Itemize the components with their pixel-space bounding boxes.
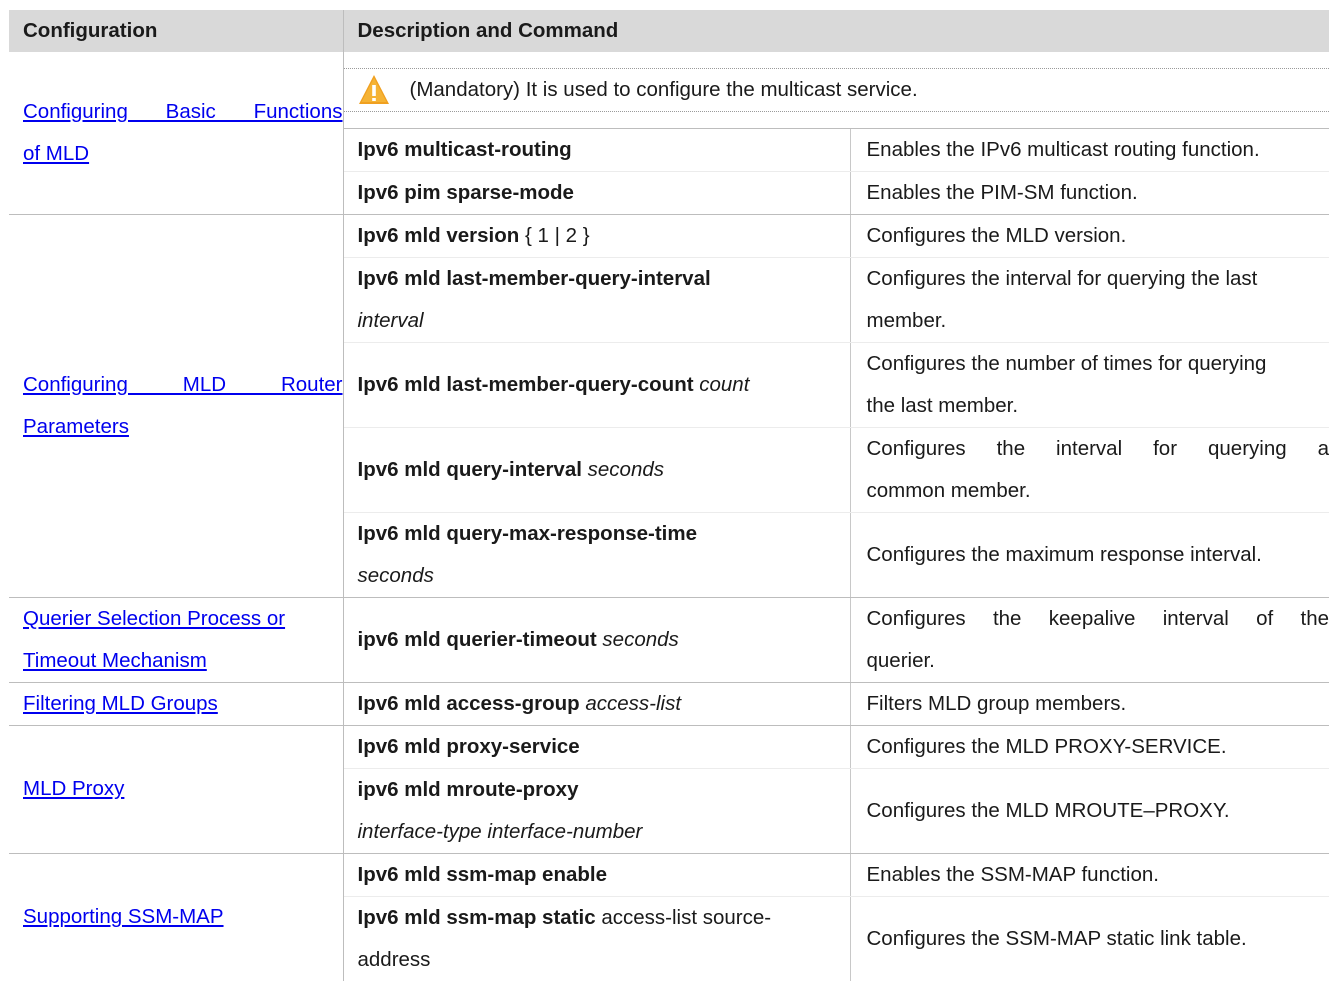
link-mld-proxy[interactable]: MLD Proxy xyxy=(23,777,124,800)
command-cell: Ipv6 multicast-routing xyxy=(343,128,851,172)
command-cell: Ipv6 mld last-member-query-interval inter… xyxy=(343,257,851,343)
description-cell: Configures the MLD PROXY-SERVICE. xyxy=(850,725,1329,769)
link-supporting-ssm-map[interactable]: Supporting SSM-MAP xyxy=(23,905,224,928)
note-cell: (Mandatory) It is used to configure the … xyxy=(343,52,1329,129)
command-cell: Ipv6 mld last-member-query-count count xyxy=(343,342,851,428)
config-cell: Querier Selection Process or Timeout Mech… xyxy=(9,597,344,683)
command-cell: Ipv6 mld version { 1 | 2 } xyxy=(343,214,851,258)
command-cell: Ipv6 mld proxy-service xyxy=(343,725,851,769)
link-configuring-mld-router-parameters[interactable]: Configuring MLD Router Parameters xyxy=(23,364,343,438)
table-row: Configuring MLD Router Parameters Ipv6 ml… xyxy=(9,214,1329,598)
config-cell: Configuring MLD Router Parameters xyxy=(9,214,344,598)
description-cell: Configures the interval for querying a co… xyxy=(850,427,1329,513)
description-cell: Configures the keepalive interval of the… xyxy=(850,597,1329,683)
note-text: (Mandatory) It is used to configure the … xyxy=(409,77,918,101)
description-cell: Filters MLD group members. xyxy=(850,682,1329,726)
table-row: MLD Proxy Ipv6 mld proxy-service Configu… xyxy=(9,725,1329,854)
table-row: Filtering MLD Groups Ipv6 mld access-gro… xyxy=(9,682,1329,726)
description-cell: Enables the SSM-MAP function. xyxy=(850,853,1329,897)
command-cell: Ipv6 mld query-interval seconds xyxy=(343,427,851,513)
link-querier-selection-process-or-timeout-mechanism[interactable]: Querier Selection Process or Timeout Mech… xyxy=(23,607,285,672)
command-cell: Ipv6 mld ssm-map enable xyxy=(343,853,851,897)
table-row: Configuring Basic Functions of MLD (Manda… xyxy=(9,52,1329,215)
command-cell: Ipv6 mld access-group access-list xyxy=(343,682,851,726)
description-cell: Enables the IPv6 multicast routing funct… xyxy=(850,128,1329,172)
description-cell: Enables the PIM-SM function. xyxy=(850,171,1329,215)
description-cell: Configures the maximum response interval… xyxy=(850,512,1329,598)
command-cell: Ipv6 pim sparse-mode xyxy=(343,171,851,215)
config-cell: Configuring Basic Functions of MLD xyxy=(9,52,344,215)
command-cell: Ipv6 mld query-max-response-time seconds xyxy=(343,512,851,598)
table-row: Supporting SSM-MAP Ipv6 mld ssm-map enab… xyxy=(9,853,1329,981)
command-cell: ipv6 mld mroute-proxy interface-type inte… xyxy=(343,768,851,854)
description-cell: Configures the number of times for query… xyxy=(850,342,1329,428)
description-cell: Configures the interval for querying the… xyxy=(850,257,1329,343)
config-cell: MLD Proxy xyxy=(9,725,344,854)
command-cell: Ipv6 mld ssm-map static access-list sour… xyxy=(343,896,851,981)
link-configuring-basic-functions-of-mld[interactable]: Configuring Basic Functions of MLD xyxy=(23,91,343,165)
command-cell: ipv6 mld querier-timeout seconds xyxy=(343,597,851,683)
config-cell: Filtering MLD Groups xyxy=(9,682,344,726)
link-filtering-mld-groups[interactable]: Filtering MLD Groups xyxy=(23,692,218,715)
table-row: Querier Selection Process or Timeout Mech… xyxy=(9,597,1329,683)
configuration-table: Configuration Description and Command Co… xyxy=(9,10,1329,981)
header-configuration: Configuration xyxy=(9,10,344,52)
description-cell: Configures the MLD version. xyxy=(850,214,1329,258)
description-cell: Configures the MLD MROUTE–PROXY. xyxy=(850,768,1329,854)
description-cell: Configures the SSM-MAP static link table… xyxy=(866,926,1247,950)
config-cell: Supporting SSM-MAP xyxy=(9,853,344,981)
header-description-and-command: Description and Command xyxy=(343,10,1329,52)
warning-triangle-icon xyxy=(358,74,389,104)
table-header: Configuration Description and Command xyxy=(9,10,1329,52)
